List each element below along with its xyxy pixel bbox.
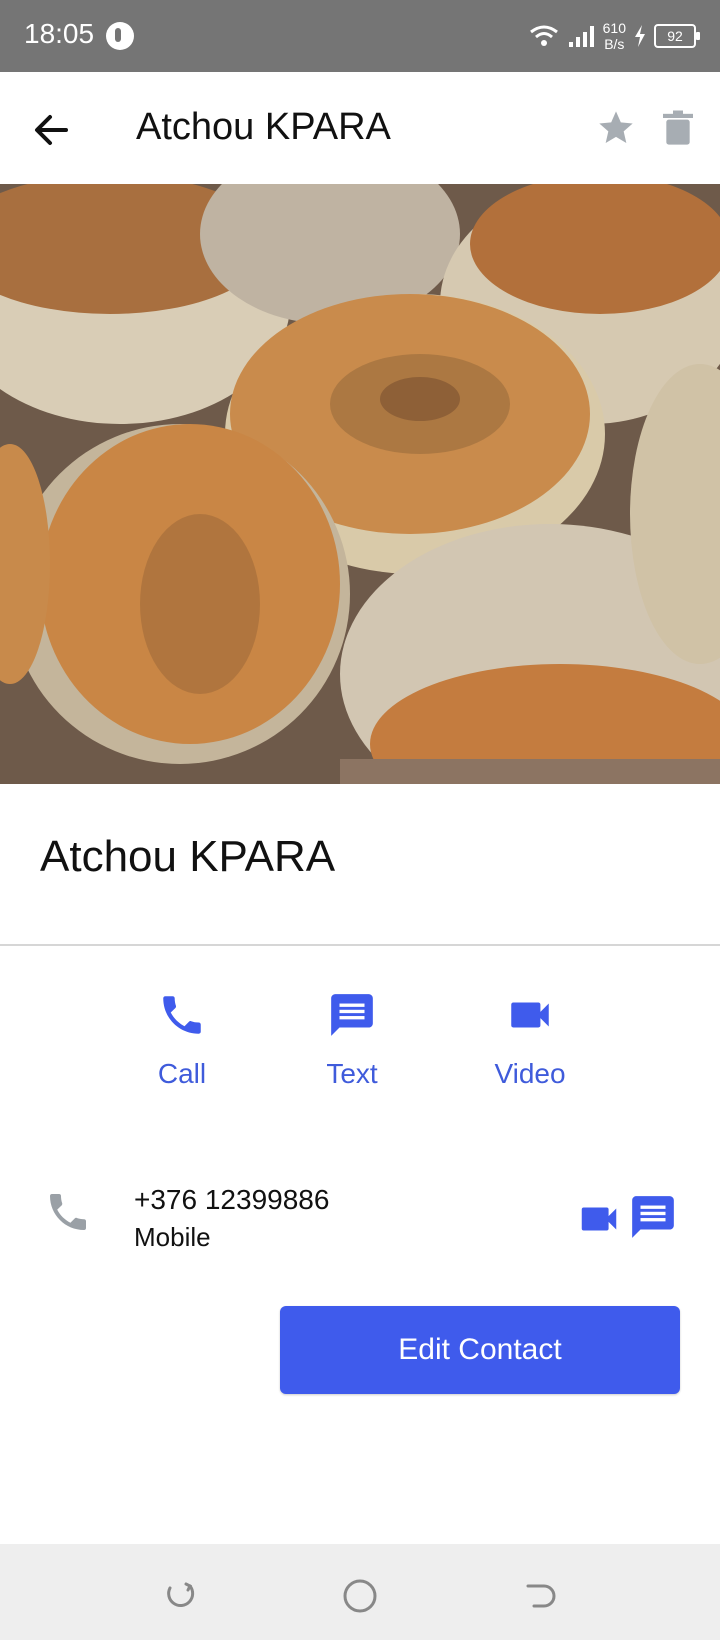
- navigation-bar: [0, 1544, 720, 1640]
- phone-number: +376 12399886: [134, 1184, 330, 1215]
- back-nav-icon[interactable]: [520, 1576, 560, 1616]
- phone-icon: [50, 1194, 86, 1230]
- text-label: Text: [326, 1058, 378, 1089]
- back-button[interactable]: [28, 106, 76, 154]
- signal-icon: [568, 26, 594, 47]
- text-action[interactable]: Text: [282, 980, 422, 1090]
- status-bar: 18:05 610 B/s 92: [0, 0, 720, 72]
- divider: [0, 944, 720, 946]
- delete-button[interactable]: [658, 108, 698, 148]
- network-speed-unit: B/s: [604, 36, 625, 52]
- video-action[interactable]: Video: [460, 980, 600, 1090]
- favorite-button[interactable]: [596, 108, 636, 148]
- video-label: Video: [494, 1058, 566, 1089]
- trash-icon: [663, 110, 693, 145]
- phone-entry[interactable]: +376 12399886 Mobile: [0, 1180, 720, 1260]
- video-icon: [511, 1002, 549, 1028]
- muffins-photo: [0, 184, 720, 784]
- call-label: Call: [157, 1058, 207, 1089]
- video-call-icon[interactable]: [576, 1196, 622, 1242]
- phone-icon: [163, 996, 201, 1034]
- battery-level: 92: [654, 24, 700, 48]
- quick-actions: Call Text Video: [0, 980, 720, 1100]
- star-icon: [599, 111, 633, 143]
- contact-photo: [0, 184, 720, 784]
- home-icon[interactable]: [340, 1576, 380, 1616]
- call-action[interactable]: Call: [112, 980, 252, 1090]
- message-icon[interactable]: [628, 1192, 678, 1242]
- status-indicators: 610 B/s 92: [529, 14, 700, 58]
- charging-icon: [635, 25, 645, 47]
- page-title: Atchou KPARA: [136, 106, 391, 148]
- arrow-left-icon: [35, 115, 68, 145]
- message-icon: [331, 994, 373, 1036]
- network-speed-value: 610: [602, 20, 626, 36]
- edit-contact-button[interactable]: Edit Contact: [280, 1306, 680, 1394]
- wifi-icon: [529, 25, 558, 46]
- notification-icon: [106, 22, 134, 50]
- status-time: 18:05: [24, 18, 95, 49]
- recent-apps-icon[interactable]: [160, 1576, 200, 1616]
- network-speed: 610 B/s: [603, 20, 626, 52]
- app-bar: Atchou KPARA: [0, 72, 720, 184]
- phone-type: Mobile: [134, 1222, 211, 1252]
- contact-name: Atchou KPARA: [40, 832, 336, 881]
